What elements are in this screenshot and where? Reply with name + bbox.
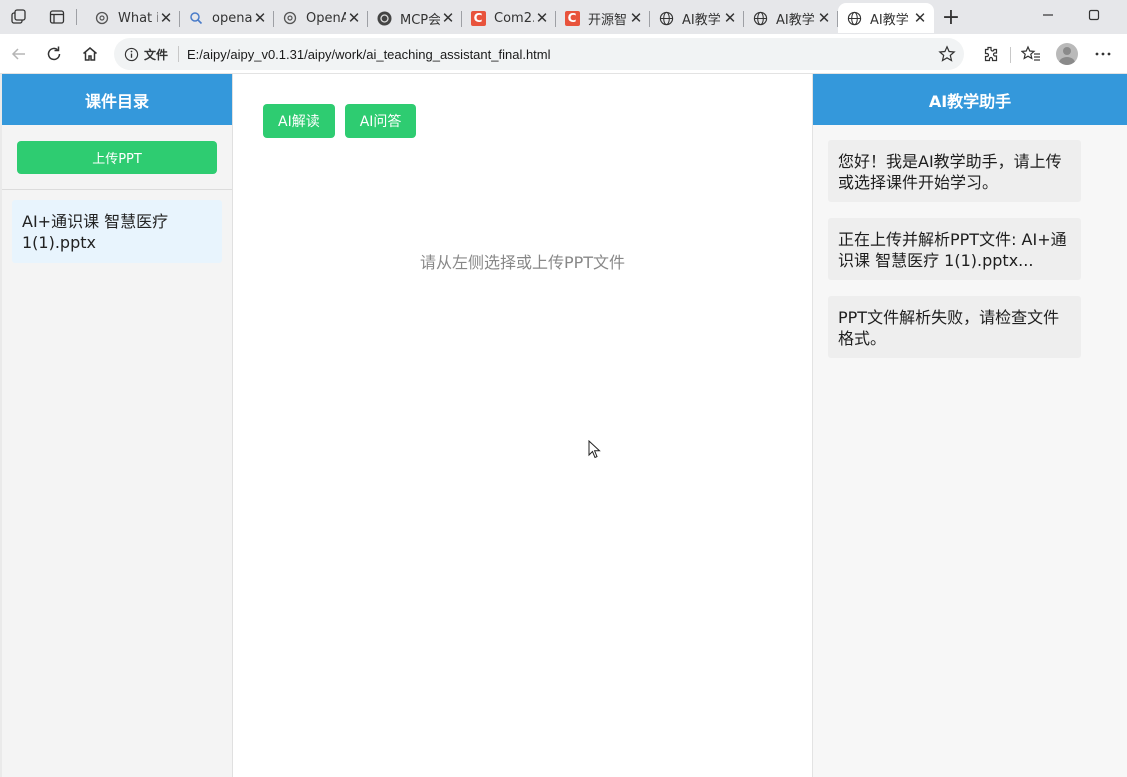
assistant-panel: AI教学助手 您好！我是AI教学助手，请上传或选择课件开始学习。 正在上传并解析… (812, 74, 1127, 777)
close-icon[interactable]: ✕ (346, 9, 362, 27)
action-buttons: AI解读 AI问答 (263, 104, 417, 138)
openai-dark-icon (376, 10, 392, 26)
tab-title: opena (212, 10, 252, 26)
browser-tab-active[interactable]: AI教学 ✕ (838, 3, 934, 33)
browser-tab[interactable]: OpenA ✕ (274, 3, 368, 33)
chat-message: PPT文件解析失败，请检查文件格式。 (828, 296, 1081, 358)
browser-tab[interactable]: C Com2. ✕ (462, 3, 556, 33)
browser-tab[interactable]: C 开源智 ✕ (556, 3, 650, 33)
course-sidebar: 课件目录 上传PPT AI+通识课 智慧医疗 1(1).pptx (0, 74, 233, 777)
close-icon[interactable]: ✕ (816, 9, 832, 27)
home-icon[interactable] (75, 39, 105, 69)
ai-qa-button[interactable]: AI问答 (344, 104, 417, 138)
close-icon[interactable]: ✕ (440, 9, 456, 27)
maximize-icon[interactable] (1071, 0, 1117, 30)
chat-messages: 您好！我是AI教学助手，请上传或选择课件开始学习。 正在上传并解析PPT文件: … (813, 125, 1127, 389)
course-list: AI+通识课 智慧医疗 1(1).pptx (2, 190, 232, 273)
address-bar: 文件 E:/aipy/aipy_v0.1.31/aipy/work/ai_tea… (0, 34, 1127, 74)
tab-title: AI教学 (682, 12, 721, 28)
more-menu-icon[interactable] (1088, 39, 1118, 69)
c-icon: C (564, 10, 580, 26)
globe-icon (846, 10, 862, 26)
new-tab-plus-icon[interactable]: + (934, 2, 968, 32)
upload-section: 上传PPT (2, 125, 232, 190)
browser-tab[interactable]: What i ✕ (86, 3, 180, 33)
browser-tab[interactable]: AI教学 ✕ (650, 3, 744, 33)
search-icon (188, 10, 204, 26)
security-label: 文件 (144, 47, 169, 62)
close-icon[interactable]: ✕ (252, 9, 268, 27)
openai-icon (282, 10, 298, 26)
browser-tab[interactable]: AI教学 ✕ (744, 3, 838, 33)
site-info[interactable]: 文件 (124, 46, 168, 63)
tab-title: AI教学 (870, 12, 909, 28)
content-area: AI解读 AI问答 请从左侧选择或上传PPT文件 (233, 74, 812, 777)
tab-title: Com2. (494, 10, 534, 26)
close-icon[interactable]: ✕ (722, 9, 738, 27)
close-icon[interactable]: ✕ (628, 9, 644, 27)
browser-tab[interactable]: opena ✕ (180, 3, 274, 33)
profile-avatar[interactable] (1052, 39, 1082, 69)
course-item[interactable]: AI+通识课 智慧医疗 1(1).pptx (12, 200, 222, 263)
tab-title: AI教学 (776, 12, 815, 28)
close-icon[interactable]: ✕ (534, 9, 550, 27)
browser-tab[interactable]: MCP会 ✕ (368, 3, 462, 33)
close-icon[interactable]: ✕ (912, 9, 928, 27)
chat-message: 正在上传并解析PPT文件: AI+通识课 智慧医疗 1(1).pptx... (828, 218, 1081, 280)
info-icon (124, 47, 139, 61)
favorite-star-icon[interactable] (938, 45, 956, 67)
assistant-title: AI教学助手 (813, 74, 1127, 125)
minimize-icon[interactable] (1025, 0, 1071, 30)
openai-icon (94, 10, 110, 26)
extensions-icon[interactable] (975, 39, 1005, 69)
close-icon[interactable]: ✕ (158, 9, 174, 27)
workspaces-icon[interactable] (0, 0, 38, 34)
chat-message: 您好！我是AI教学助手，请上传或选择课件开始学习。 (828, 140, 1081, 202)
back-arrow-icon[interactable] (4, 39, 34, 69)
tab-actions-icon[interactable] (38, 0, 76, 34)
browser-tab-bar: What i ✕ opena ✕ OpenA ✕ MCP会 ✕ C Com2. … (0, 0, 1127, 34)
refresh-icon[interactable] (39, 39, 69, 69)
empty-placeholder: 请从左侧选择或上传PPT文件 (419, 253, 626, 272)
tab-title: What i (118, 10, 158, 26)
tab-title: OpenA (306, 10, 346, 26)
sidebar-title: 课件目录 (2, 74, 232, 125)
app-root: 课件目录 上传PPT AI+通识课 智慧医疗 1(1).pptx AI解读 AI… (0, 74, 1127, 777)
upload-ppt-button[interactable]: 上传PPT (17, 141, 217, 174)
globe-icon (752, 10, 768, 26)
favorites-icon[interactable] (1016, 39, 1046, 69)
url-text: E:/aipy/aipy_v0.1.31/aipy/work/ai_teachi… (187, 46, 551, 62)
tab-title: MCP会 (400, 12, 440, 28)
url-field[interactable]: 文件 E:/aipy/aipy_v0.1.31/aipy/work/ai_tea… (114, 38, 964, 70)
globe-icon (658, 10, 674, 26)
mouse-cursor-icon (588, 440, 601, 459)
ai-interpret-button[interactable]: AI解读 (263, 104, 335, 138)
c-icon: C (470, 10, 486, 26)
tab-title: 开源智 (588, 12, 628, 28)
